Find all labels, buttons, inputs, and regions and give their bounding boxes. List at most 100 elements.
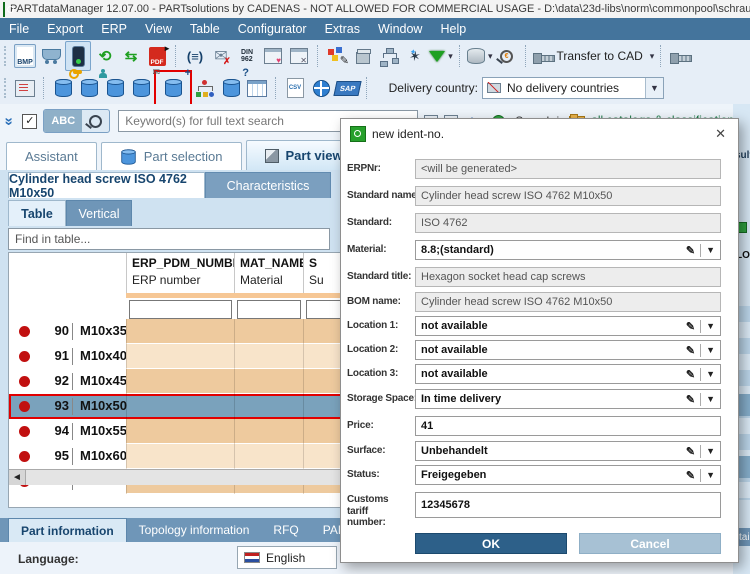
price-search-icon[interactable]: € xyxy=(495,42,519,70)
tab-part-information[interactable]: Part information xyxy=(8,518,127,542)
globe-icon[interactable] xyxy=(309,74,333,102)
tab-topology-information[interactable]: Topology information xyxy=(127,518,262,542)
field-standard: Standard: ISO 4762 xyxy=(341,213,738,233)
export-exchange-icon[interactable]: ⇆ xyxy=(119,42,143,70)
database-question-icon[interactable]: ? xyxy=(219,68,249,102)
scroll-left-button[interactable]: ◄ xyxy=(9,470,26,485)
edit-pencil-icon[interactable]: ✎ xyxy=(686,343,702,357)
menu-extras[interactable]: Extras xyxy=(316,22,369,36)
location-1-combo[interactable]: not available ✎ ▼ xyxy=(415,316,721,336)
screw-icon[interactable] xyxy=(668,42,693,70)
column-header-erp[interactable]: ERP_PDM_NUMBER ERP number xyxy=(126,253,234,293)
cancel-button[interactable]: Cancel xyxy=(579,533,721,554)
table-row[interactable]: 92 M10x45 xyxy=(9,369,387,394)
material-combo[interactable]: 8.8;(standard) ✎ ▼ xyxy=(415,240,721,260)
status-combo[interactable]: Freigegeben ✎ ▼ xyxy=(415,465,721,485)
tab-assistant[interactable]: Assistant xyxy=(6,142,97,170)
window-list-icon[interactable] xyxy=(13,74,37,102)
refresh-icon[interactable]: ⟲ xyxy=(93,42,117,70)
close-icon[interactable]: ✕ xyxy=(715,126,726,142)
dialog-titlebar[interactable]: new ident-no. ✕ xyxy=(341,119,738,147)
edit-pencil-icon[interactable]: ✎ xyxy=(686,319,702,333)
search-mode-button[interactable] xyxy=(82,114,109,128)
menu-table[interactable]: Table xyxy=(181,22,229,36)
menu-export[interactable]: Export xyxy=(38,22,92,36)
edit-pencil-icon[interactable]: ✎ xyxy=(686,444,702,458)
menu-window[interactable]: Window xyxy=(369,22,431,36)
filter-input-erp[interactable] xyxy=(129,300,232,319)
menu-view[interactable]: View xyxy=(136,22,181,36)
menu-erp[interactable]: ERP xyxy=(92,22,136,36)
chevron-down-icon[interactable]: ▼ xyxy=(701,245,715,255)
filter-dropdown-button[interactable]: ▾ xyxy=(429,42,453,70)
edit-pencil-icon[interactable]: ✎ xyxy=(686,243,702,257)
database-tree-icon[interactable] xyxy=(193,74,217,102)
price-input[interactable]: 41 xyxy=(415,416,721,436)
tab-part-selection[interactable]: Part selection xyxy=(100,142,242,170)
table-row[interactable]: 90 M10x35 xyxy=(9,319,387,344)
database-icon[interactable] xyxy=(103,74,127,102)
collapse-chevrons-icon[interactable]: « xyxy=(0,117,17,125)
mail-remove-icon[interactable]: ✉ xyxy=(209,42,233,70)
chevron-down-icon[interactable]: ▼ xyxy=(701,470,715,480)
edit-pencil-icon[interactable]: ✎ xyxy=(686,468,702,482)
database-add-icon[interactable]: + xyxy=(161,68,191,102)
column-header-material[interactable]: MAT_NAME Material xyxy=(234,253,303,293)
chevron-down-icon[interactable]: ▼ xyxy=(701,345,715,355)
table-row[interactable]: 91 M10x40 xyxy=(9,344,387,369)
flag-icon xyxy=(244,552,260,563)
ok-button[interactable]: OK xyxy=(415,533,567,554)
chevron-down-icon[interactable]: ▼ xyxy=(701,369,715,379)
find-in-table-input[interactable] xyxy=(8,228,330,250)
tab-vertical[interactable]: Vertical xyxy=(66,200,132,226)
table-row-selected[interactable]: 93 M10x50 xyxy=(9,394,387,419)
formula-icon[interactable]: (≡) xyxy=(183,42,207,70)
edit-pencil-icon[interactable]: ✎ xyxy=(686,392,702,406)
surface-combo[interactable]: Unbehandelt ✎ ▼ xyxy=(415,441,721,461)
din-962-icon[interactable]: DIN 962 xyxy=(235,42,259,70)
location-3-combo[interactable]: not available ✎ ▼ xyxy=(415,364,721,384)
location-2-combo[interactable]: not available ✎ ▼ xyxy=(415,340,721,360)
tab-characteristics[interactable]: Characteristics xyxy=(205,172,331,198)
table-row[interactable]: 94 M10x55 xyxy=(9,419,387,444)
bmp-export-button[interactable]: BMP xyxy=(13,42,37,70)
customs-tariff-input[interactable]: 12345678 xyxy=(415,492,721,518)
delivery-country-select[interactable]: No delivery countries ▼ xyxy=(482,77,664,99)
menu-help[interactable]: Help xyxy=(431,22,475,36)
traffic-light-icon[interactable] xyxy=(65,41,91,71)
menu-file[interactable]: File xyxy=(0,22,38,36)
table-row[interactable]: 95 M10x60 xyxy=(9,444,387,469)
hierarchy-icon[interactable] xyxy=(377,42,401,70)
edit-pencil-icon[interactable]: ✎ xyxy=(686,367,702,381)
language-select[interactable]: English xyxy=(237,546,337,569)
pdf-export-icon[interactable]: PDF xyxy=(145,42,169,70)
tab-rfq[interactable]: RFQ xyxy=(261,518,310,542)
chevron-down-icon[interactable]: ▼ xyxy=(701,394,715,404)
abc-mode-button[interactable]: ABC xyxy=(44,110,83,132)
edit-blocks-icon[interactable] xyxy=(325,42,349,70)
search-checkbox[interactable]: ✓ xyxy=(22,113,38,129)
database-key-icon[interactable] xyxy=(51,69,82,102)
magic-wand-icon[interactable]: ✶ xyxy=(403,42,427,70)
chevron-down-icon[interactable]: ▼ xyxy=(645,78,663,98)
transfer-to-cad-button[interactable]: Transfer to CAD ▾ xyxy=(532,42,654,70)
app-icon xyxy=(3,1,14,17)
chevron-down-icon[interactable]: ▼ xyxy=(701,321,715,331)
insert-box-icon[interactable] xyxy=(351,42,375,70)
database-user-icon[interactable] xyxy=(77,69,107,102)
chevron-down-icon[interactable]: ▼ xyxy=(701,446,715,456)
database-mail-icon[interactable]: ✉ xyxy=(129,67,160,102)
favorites-window-icon[interactable]: ♥ xyxy=(261,42,285,70)
tab-table[interactable]: Table xyxy=(8,200,66,226)
horizontal-scrollbar[interactable]: ◄ xyxy=(9,469,387,485)
tab-part-name[interactable]: Cylinder head screw ISO 4762 M10x50 xyxy=(8,172,205,200)
storage-space-combo[interactable]: In time delivery ✎ ▼ xyxy=(415,389,721,409)
menu-configurator[interactable]: Configurator xyxy=(229,22,316,36)
close-table-window-icon[interactable]: ✕ xyxy=(287,42,311,70)
table-grid-icon[interactable] xyxy=(245,74,269,102)
sap-icon[interactable]: SAP xyxy=(333,74,363,102)
csv-export-icon[interactable]: CSV xyxy=(283,74,307,102)
shopping-cart-icon[interactable] xyxy=(39,42,63,70)
filter-input-material[interactable] xyxy=(237,300,301,319)
3d-part-dropdown-button[interactable]: ▾ xyxy=(467,42,493,70)
